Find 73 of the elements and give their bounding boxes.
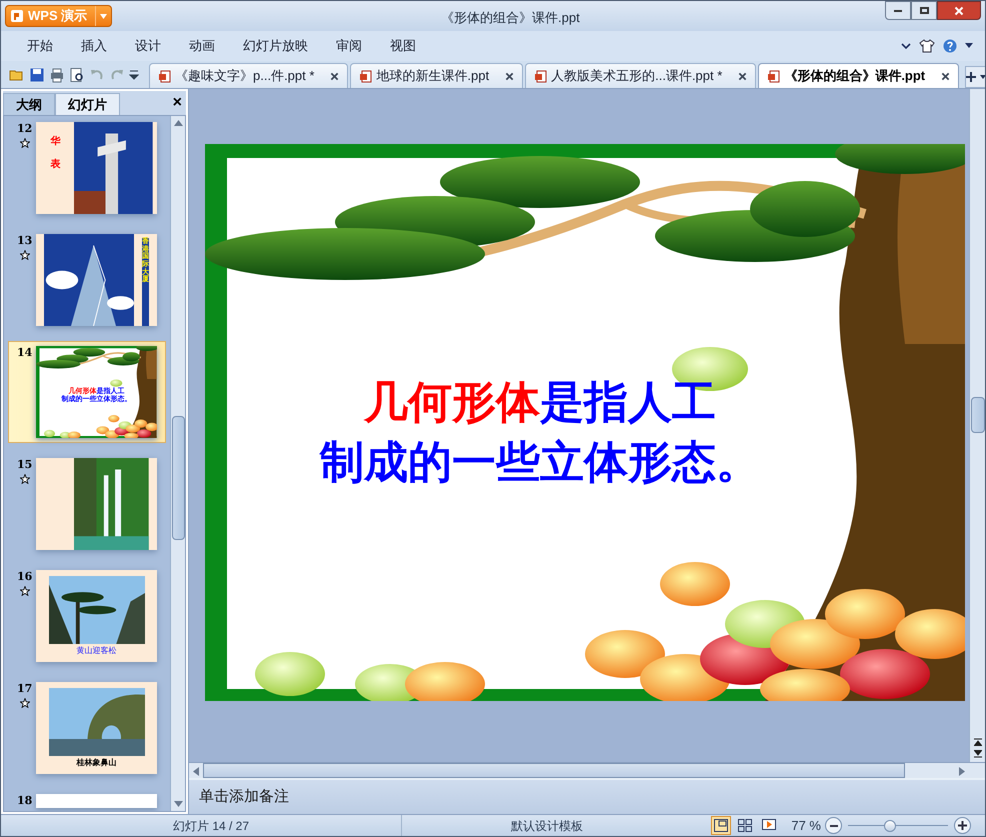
menu-tab[interactable]: 审阅 — [322, 36, 376, 56]
scrollbar-thumb[interactable] — [172, 416, 184, 540]
document-icon — [767, 70, 780, 82]
slide-text: 制成的一些立体形态。 — [320, 436, 760, 490]
notes-area[interactable]: 单击添加备注 — [189, 778, 985, 814]
save-icon[interactable] — [29, 67, 45, 83]
new-tab-button[interactable] — [965, 66, 985, 88]
template-name: 默认设计模板 — [510, 818, 584, 834]
menu-tab[interactable]: 幻灯片放映 — [229, 36, 322, 56]
print-preview-icon[interactable] — [69, 67, 85, 83]
slide-number: 18 — [17, 794, 32, 808]
zoom-slider-thumb[interactable] — [884, 820, 896, 832]
document-icon — [534, 70, 548, 82]
help-icon[interactable] — [943, 39, 957, 53]
close-tab-icon[interactable] — [941, 72, 950, 80]
slide-text: 几何形体是指人工 — [364, 376, 716, 430]
close-tab-icon[interactable] — [738, 72, 748, 80]
document-icon — [359, 70, 372, 82]
scrollbar-thumb[interactable] — [970, 397, 984, 433]
zoom-in-button[interactable] — [954, 817, 971, 834]
menu-tab[interactable]: 设计 — [121, 36, 175, 56]
close-icon[interactable] — [954, 6, 964, 16]
thumbnail-caption: 桂林象鼻山 — [76, 757, 117, 769]
chevron-down-icon[interactable] — [901, 42, 911, 50]
scroll-down-icon[interactable] — [174, 801, 182, 807]
plus-icon[interactable] — [966, 72, 976, 82]
notes-field[interactable]: 单击添加备注 — [199, 786, 975, 808]
print-icon[interactable] — [49, 67, 65, 83]
slide-number: 17 — [17, 682, 32, 696]
close-tab-icon[interactable] — [505, 72, 514, 80]
previous-slide-icon[interactable] — [974, 738, 982, 746]
next-slide-icon[interactable] — [974, 750, 982, 758]
document-tab[interactable]: 人教版美术五形的...课件.ppt * — [525, 63, 756, 88]
slide-number: 15 — [17, 458, 32, 472]
document-tab[interactable]: 《趣味文字》p...件.ppt * — [149, 63, 348, 88]
slide-number: 12 — [17, 122, 32, 136]
slide-number: 14 — [17, 346, 32, 360]
slide-number: 13 — [17, 234, 32, 248]
caret-icon[interactable] — [965, 43, 973, 49]
scroll-up-icon[interactable] — [174, 120, 182, 126]
scrollbar-thumb[interactable] — [203, 763, 905, 778]
scroll-left-icon[interactable] — [193, 767, 199, 776]
window-title: 《形体的组合》课件.ppt — [441, 9, 580, 27]
zoom-level: 77 % — [791, 816, 821, 835]
app-logo-icon — [10, 9, 24, 23]
menu-tab[interactable]: 视图 — [376, 36, 430, 56]
caret-icon — [100, 14, 108, 18]
document-tab[interactable]: 《形体的组合》课件.ppt — [758, 63, 960, 88]
panel-tab[interactable]: 幻灯片 — [55, 93, 120, 115]
thumbnail-caption: 黄山迎客松 — [76, 645, 117, 657]
zoom-out-button[interactable] — [825, 817, 842, 834]
menu-tab[interactable]: 插入 — [67, 36, 121, 56]
close-panel-button[interactable]: × — [172, 91, 182, 115]
menu-tab[interactable]: 动画 — [175, 36, 229, 56]
plus-icon[interactable] — [958, 821, 967, 830]
toolbar-options-icon[interactable] — [129, 69, 139, 81]
caret-icon[interactable] — [980, 75, 985, 79]
maximize-button[interactable] — [911, 1, 937, 20]
slide-number: 16 — [17, 570, 32, 584]
menu-tab[interactable]: 开始 — [13, 36, 67, 56]
scroll-right-icon[interactable] — [959, 767, 965, 776]
minimize-button[interactable] — [885, 1, 911, 20]
thumbnail-text: 表 — [50, 158, 60, 172]
slide-thumbnail[interactable]: 18 — [8, 789, 166, 811]
slide-count: 幻灯片 14 / 27 — [172, 818, 250, 834]
close-button[interactable] — [937, 1, 981, 20]
panel-tab[interactable]: 大纲 — [3, 93, 55, 115]
document-icon — [158, 70, 171, 82]
close-tab-icon[interactable] — [330, 72, 340, 80]
document-tab[interactable]: 地球的新生课件.ppt — [350, 63, 524, 88]
normal-view-button[interactable] — [711, 816, 732, 835]
thumbnail-text: 华 — [50, 134, 60, 149]
shirt-icon[interactable] — [919, 39, 935, 53]
